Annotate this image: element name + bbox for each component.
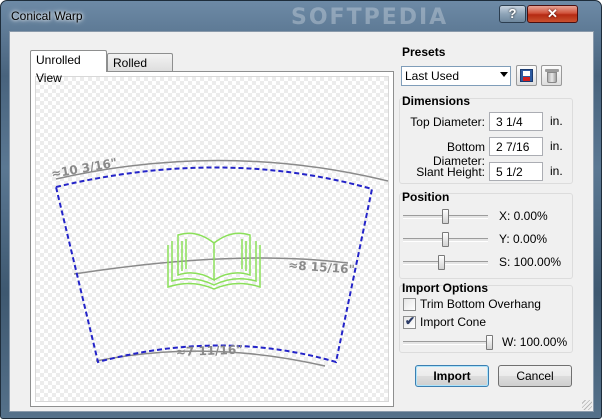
scale-slider-track[interactable] xyxy=(403,261,488,265)
open-book-icon xyxy=(167,232,261,290)
trim-bottom-overhang-label[interactable]: Trim Bottom Overhang xyxy=(420,297,541,311)
dimensions-heading: Dimensions xyxy=(402,94,471,108)
scale-slider-thumb[interactable] xyxy=(438,255,446,270)
import-cone-checkbox[interactable]: ✔ xyxy=(403,314,416,329)
y-position-value: Y: 0.00% xyxy=(499,232,548,246)
w-slider-track[interactable] xyxy=(403,341,493,345)
resize-grip[interactable] xyxy=(582,400,592,410)
close-button[interactable]: ✕ xyxy=(527,5,578,23)
tab-rolled-view[interactable]: Rolled View xyxy=(107,53,173,88)
title-bar[interactable]: Conical Warp SOFTPEDIA ? ✕ xyxy=(1,1,601,31)
middle-arc-label: ≈8 15/16" xyxy=(288,258,355,277)
import-cone-label[interactable]: Import Cone xyxy=(420,315,486,329)
softpedia-watermark: SOFTPEDIA xyxy=(291,5,449,30)
x-slider-thumb[interactable] xyxy=(442,209,449,224)
save-preset-button[interactable] xyxy=(516,65,537,86)
dialog-window: Conical Warp SOFTPEDIA ? ✕ Unrolled View… xyxy=(0,0,602,419)
bottom-diameter-label: Bottom Diameter: xyxy=(432,140,485,168)
import-options-heading: Import Options xyxy=(402,281,488,295)
window-title: Conical Warp xyxy=(11,9,83,23)
slant-height-unit: in. xyxy=(550,164,563,178)
w-slider-thumb[interactable] xyxy=(486,335,493,350)
dialog-client-area: Unrolled View Rolled View xyxy=(9,31,594,412)
bottom-diameter-unit: in. xyxy=(550,139,563,153)
unrolled-preview-drawing: ≈10 3/16" ≈8 15/16" ≈7 11/16" xyxy=(50,156,389,367)
preview-canvas[interactable]: ≈10 3/16" ≈8 15/16" ≈7 11/16" xyxy=(35,76,389,402)
top-diameter-input[interactable] xyxy=(489,112,543,131)
trim-bottom-overhang-checkbox[interactable]: ✔ xyxy=(403,298,416,311)
w-value: W: 100.00% xyxy=(502,335,568,349)
import-button[interactable]: Import xyxy=(415,365,489,387)
chevron-down-icon xyxy=(500,72,508,77)
presets-selected-value: Last Used xyxy=(405,69,460,83)
save-preset-icon xyxy=(520,69,533,82)
presets-heading: Presets xyxy=(402,45,446,59)
cancel-button[interactable]: Cancel xyxy=(498,365,572,387)
tab-unrolled-view[interactable]: Unrolled View xyxy=(30,50,107,85)
bottom-arc-label: ≈7 11/16" xyxy=(176,343,243,359)
slant-height-input[interactable] xyxy=(489,162,543,181)
x-position-value: X: 0.00% xyxy=(499,209,548,223)
position-heading: Position xyxy=(402,190,450,204)
y-slider-thumb[interactable] xyxy=(442,232,449,247)
trash-can-icon xyxy=(547,72,557,83)
checkmark-icon: ✔ xyxy=(405,314,416,328)
help-button[interactable]: ? xyxy=(499,5,526,23)
presets-dropdown[interactable]: Last Used xyxy=(401,66,511,86)
top-diameter-label: Top Diameter: xyxy=(410,115,485,129)
unrolled-view-panel: ≈10 3/16" ≈8 15/16" ≈7 11/16" xyxy=(30,71,394,407)
slant-height-label: Slant Height: xyxy=(416,165,485,179)
top-diameter-unit: in. xyxy=(550,114,563,128)
bottom-diameter-input[interactable] xyxy=(489,137,543,156)
delete-preset-button[interactable] xyxy=(541,65,562,86)
scale-value: S: 100.00% xyxy=(499,255,562,269)
